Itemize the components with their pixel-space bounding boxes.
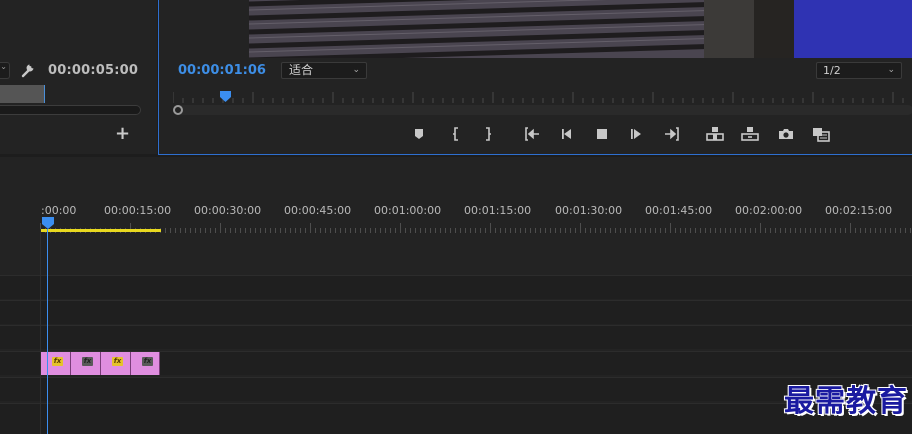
- source-clip-bar: [0, 85, 44, 103]
- playback-resolution-select[interactable]: 1/2 ⌄: [816, 62, 902, 79]
- watermark-logo: 最需教育: [784, 384, 908, 419]
- program-time-ruler[interactable]: [173, 88, 912, 104]
- video-image-background: [794, 0, 912, 58]
- chevron-down-icon: ⌄: [0, 62, 7, 71]
- timeline-panel: :00:00 00:00:15:00 00:00:30:00 00:00:45:…: [0, 157, 912, 434]
- extract-icon[interactable]: [740, 124, 760, 144]
- video-clip[interactable]: fx: [71, 352, 101, 375]
- go-to-out-icon[interactable]: [661, 124, 681, 144]
- video-clip[interactable]: fx: [131, 352, 160, 375]
- source-playhead[interactable]: [44, 85, 45, 103]
- fx-badge-icon[interactable]: fx: [82, 357, 93, 366]
- comparison-view-icon[interactable]: [811, 124, 831, 144]
- timeline-timecode-label: 00:01:30:00: [555, 204, 623, 217]
- chevron-down-icon: ⌄: [887, 65, 895, 75]
- video-clip[interactable]: fx: [41, 352, 71, 375]
- mark-in-icon[interactable]: [446, 124, 466, 144]
- video-clip[interactable]: fx: [101, 352, 131, 375]
- lift-icon[interactable]: [705, 124, 725, 144]
- video-image-wooden-bench: [249, 0, 794, 58]
- timeline-timecode-label: 00:00:15:00: [104, 204, 172, 217]
- source-dropdown[interactable]: ⌄: [0, 62, 10, 79]
- timeline-timecode-label: 00:02:15:00: [825, 204, 893, 217]
- fx-badge-icon[interactable]: fx: [52, 357, 63, 366]
- timeline-timecode-label: 00:00:45:00: [284, 204, 352, 217]
- program-video-frame[interactable]: [249, 0, 912, 58]
- timeline-track[interactable]: [0, 377, 912, 401]
- timeline-tick-marks: [40, 223, 911, 233]
- mark-out-icon[interactable]: [478, 124, 498, 144]
- program-monitor-panel: 00:00:01:06 适合 ⌄ 1/2 ⌄: [158, 0, 912, 155]
- step-forward-icon[interactable]: [627, 124, 647, 144]
- timeline-sequence-start-line: [40, 229, 41, 434]
- program-playhead[interactable]: [220, 91, 231, 102]
- add-button[interactable]: +: [115, 125, 130, 143]
- camera-icon[interactable]: [776, 124, 796, 144]
- timeline-timecode-label: :00:00: [41, 204, 77, 217]
- timeline-track[interactable]: [0, 300, 912, 324]
- fx-badge-icon[interactable]: fx: [112, 357, 123, 366]
- transport-controls: [159, 124, 912, 144]
- playback-resolution-value: 1/2: [823, 64, 841, 77]
- timeline-track[interactable]: [0, 275, 912, 299]
- timeline-track[interactable]: [0, 325, 912, 349]
- source-zoom-scrollbar[interactable]: [0, 105, 141, 115]
- timeline-timecode-label: 00:01:45:00: [645, 204, 713, 217]
- stop-icon[interactable]: [592, 124, 612, 144]
- add-marker-icon[interactable]: [409, 124, 429, 144]
- program-current-timecode[interactable]: 00:00:01:06: [178, 63, 266, 78]
- go-to-in-icon[interactable]: [523, 124, 543, 144]
- program-scroll-handle[interactable]: [173, 105, 183, 115]
- work-area-bar[interactable]: [40, 229, 161, 232]
- timeline-timecode-label: 00:01:15:00: [464, 204, 532, 217]
- timeline-playhead-line[interactable]: [47, 229, 48, 434]
- timeline-timecode-label: 00:00:30:00: [194, 204, 262, 217]
- program-zoom-scrollbar[interactable]: [173, 105, 912, 115]
- timeline-timecode-label: 00:02:00:00: [735, 204, 803, 217]
- chevron-down-icon: ⌄: [352, 65, 360, 75]
- wrench-icon[interactable]: [20, 62, 36, 78]
- step-back-icon[interactable]: [557, 124, 577, 144]
- timeline-timecode-label: 00:01:00:00: [374, 204, 442, 217]
- timeline-track[interactable]: [0, 403, 912, 434]
- timeline-playhead[interactable]: [42, 217, 54, 229]
- fx-badge-icon[interactable]: fx: [142, 357, 153, 366]
- source-monitor-panel: ⌄ 00:00:05:00 +: [0, 0, 157, 154]
- zoom-fit-value: 适合: [289, 63, 314, 77]
- source-duration-timecode[interactable]: 00:00:05:00: [48, 63, 138, 78]
- zoom-fit-select[interactable]: 适合 ⌄: [281, 62, 367, 79]
